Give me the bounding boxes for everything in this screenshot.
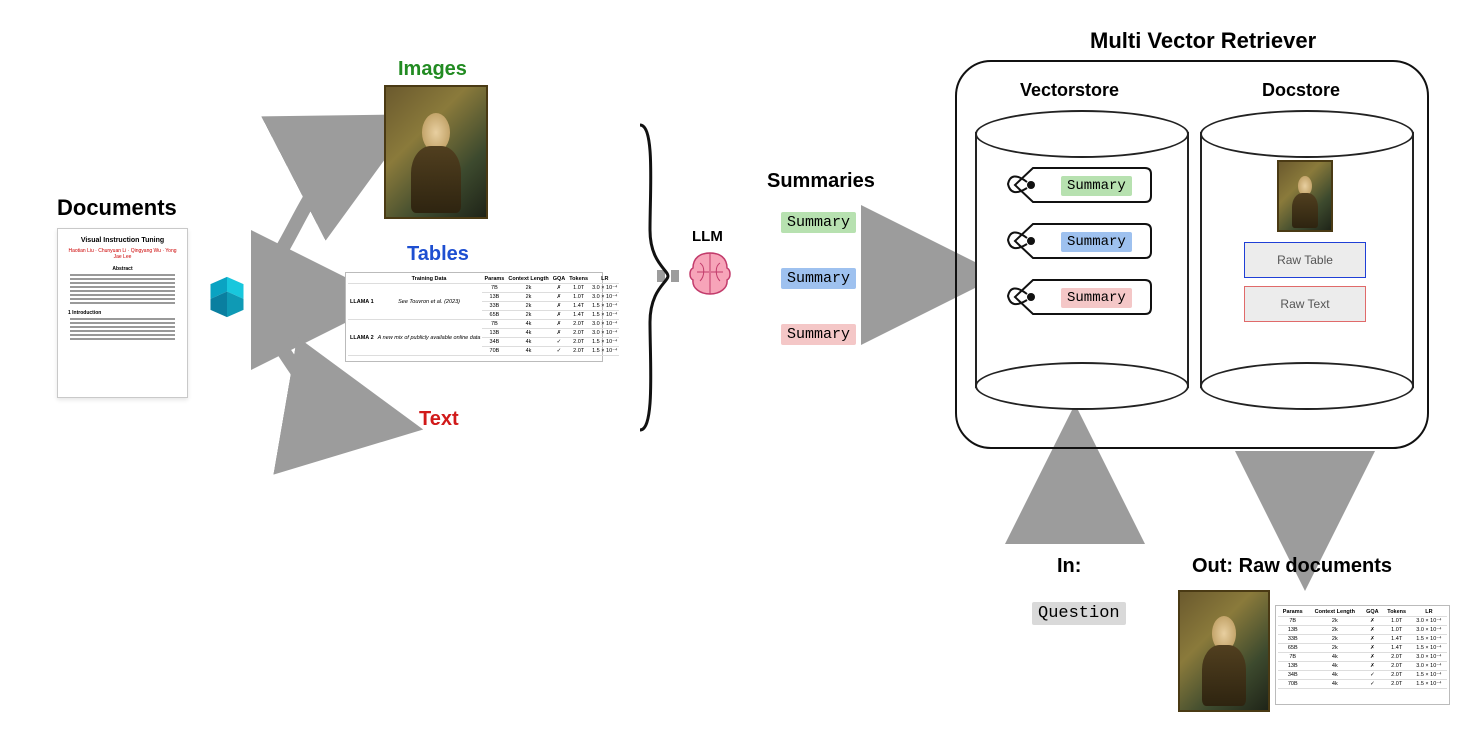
- docstore-label: Docstore: [1262, 80, 1340, 101]
- mvr-title: Multi Vector Retriever: [1090, 28, 1316, 54]
- table-row: 33B2k✗1.4T1.5 × 10⁻⁴: [1278, 635, 1447, 644]
- out-table: ParamsContext LengthGQATokensLR7B2k✗1.0T…: [1278, 608, 1447, 689]
- vector-tag-1: Summary: [1005, 160, 1155, 210]
- paper-authors-line: Haotian Liu · Chunyuan Li · Qingyang Wu …: [64, 248, 181, 260]
- table-row: 70B4k✓2.0T1.5 × 10⁻⁴: [1278, 680, 1447, 689]
- out-table-preview: ParamsContext LengthGQATokensLR7B2k✗1.0T…: [1275, 605, 1450, 705]
- diagram-canvas: Documents Visual Instruction Tuning Haot…: [0, 0, 1462, 745]
- mona-lisa-image-icon: [384, 85, 488, 219]
- summaries-label: Summaries: [767, 170, 875, 193]
- document-paper: Visual Instruction Tuning Haotian Liu · …: [57, 228, 188, 398]
- vector-tag-2-text: Summary: [1061, 232, 1132, 252]
- documents-label: Documents: [57, 195, 177, 221]
- llm-label: LLM: [692, 228, 723, 245]
- table-row: 65B2k✗1.4T1.5 × 10⁻⁴: [1278, 644, 1447, 653]
- question-chip: Question: [1032, 602, 1126, 625]
- unstructured-logo-icon: [205, 275, 249, 319]
- arrow-to-images: [265, 140, 368, 275]
- docstore-image-icon: [1277, 160, 1333, 232]
- paper-abstract-heading: Abstract: [64, 266, 181, 272]
- table-row: 7B2k✗1.0T3.0 × 10⁻⁴: [1278, 617, 1447, 626]
- table-preview-table: Training DataParamsContext LengthGQAToke…: [348, 275, 619, 356]
- tables-label: Tables: [407, 243, 469, 266]
- vector-tag-1-text: Summary: [1061, 176, 1132, 196]
- table-row: LLAMA 2A new mix of publicly available o…: [348, 320, 619, 329]
- table-row: LLAMA 1See Touvron et al. (2023)7B2k✗1.0…: [348, 284, 619, 293]
- docstore-raw-text: Raw Text: [1244, 286, 1366, 322]
- table-preview: Training DataParamsContext LengthGQAToke…: [345, 272, 603, 362]
- vector-tag-2: Summary: [1005, 216, 1155, 266]
- text-label: Text: [419, 408, 459, 431]
- docstore-cylinder: Raw Table Raw Text: [1200, 110, 1410, 410]
- docstore-raw-table: Raw Table: [1244, 242, 1366, 278]
- paper-intro-heading: 1 Introduction: [68, 310, 181, 316]
- summary-chip-pink: Summary: [781, 324, 856, 345]
- vectorstore-label: Vectorstore: [1020, 80, 1119, 101]
- images-label: Images: [398, 58, 467, 81]
- vector-tag-3-text: Summary: [1061, 288, 1132, 308]
- paper-title: Visual Instruction Tuning: [64, 237, 181, 244]
- table-row: 7B4k✗2.0T3.0 × 10⁻⁴: [1278, 653, 1447, 662]
- summary-chip-green: Summary: [781, 212, 856, 233]
- curly-brace: [640, 125, 668, 430]
- in-label: In:: [1057, 555, 1081, 578]
- vector-tag-3: Summary: [1005, 272, 1155, 322]
- table-row: 13B4k✗2.0T3.0 × 10⁻⁴: [1278, 662, 1447, 671]
- brain-icon: [685, 248, 735, 303]
- table-row: 34B4k✓2.0T1.5 × 10⁻⁴: [1278, 671, 1447, 680]
- table-row: 13B2k✗1.0T3.0 × 10⁻⁴: [1278, 626, 1447, 635]
- out-mona-icon: [1178, 590, 1270, 712]
- out-label: Out: Raw documents: [1192, 555, 1392, 578]
- summary-chip-blue: Summary: [781, 268, 856, 289]
- vectorstore-cylinder: Summary Summary Summary: [975, 110, 1185, 410]
